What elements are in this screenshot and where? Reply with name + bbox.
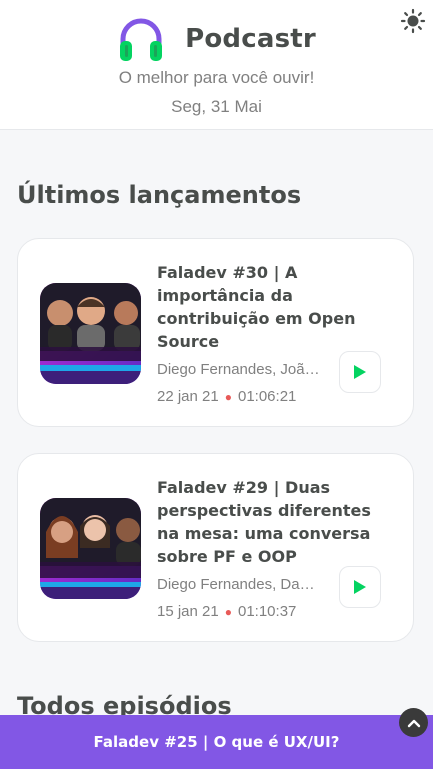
- headphones-icon: [120, 18, 163, 61]
- episode-date: 15 jan 21: [157, 603, 219, 620]
- episode-meta: 22 jan 21 ● 01:06:21: [157, 388, 296, 405]
- now-playing-title[interactable]: Faladev #25 | O que é UX/UI?: [94, 733, 340, 751]
- episode-thumbnail[interactable]: [40, 498, 141, 599]
- mini-player[interactable]: Faladev #25 | O que é UX/UI?: [0, 715, 433, 769]
- episode-title[interactable]: Faladev #30 | A importância da contribui…: [157, 261, 389, 353]
- app-name: Podcastr: [185, 24, 316, 54]
- play-icon: [354, 365, 366, 379]
- episode-duration: 01:06:21: [237, 388, 297, 405]
- chevron-up-icon: [407, 719, 420, 727]
- logo: Podcastr: [0, 14, 433, 64]
- play-button[interactable]: [339, 351, 381, 393]
- play-button[interactable]: [339, 566, 381, 608]
- app-header: Podcastr O melhor para você ouvir! Seg, …: [0, 0, 433, 130]
- episode-duration: 01:10:37: [237, 603, 297, 620]
- current-date: Seg, 31 Mai: [171, 97, 262, 116]
- separator-dot: ●: [224, 390, 232, 404]
- separator-dot: ●: [224, 605, 232, 619]
- episode-members: Diego Fernandes, Dani Leão: [157, 576, 322, 593]
- episode-date: 22 jan 21: [157, 388, 219, 405]
- tagline: O melhor para você ouvir!: [118, 68, 315, 87]
- latest-episodes-title: Últimos lançamentos: [17, 181, 302, 209]
- episode-thumbnail[interactable]: [40, 283, 141, 384]
- episode-card[interactable]: Faladev #29 | Duas perspectivas diferent…: [17, 453, 414, 642]
- episode-title[interactable]: Faladev #29 | Duas perspectivas diferent…: [157, 476, 389, 568]
- expand-player-button[interactable]: [399, 708, 428, 737]
- play-icon: [354, 580, 366, 594]
- sun-icon[interactable]: [400, 8, 426, 34]
- episode-card[interactable]: Faladev #30 | A importância da contribui…: [17, 238, 414, 427]
- episode-members: Diego Fernandes, João Pedro: [157, 361, 322, 378]
- episode-meta: 15 jan 21 ● 01:10:37: [157, 603, 296, 620]
